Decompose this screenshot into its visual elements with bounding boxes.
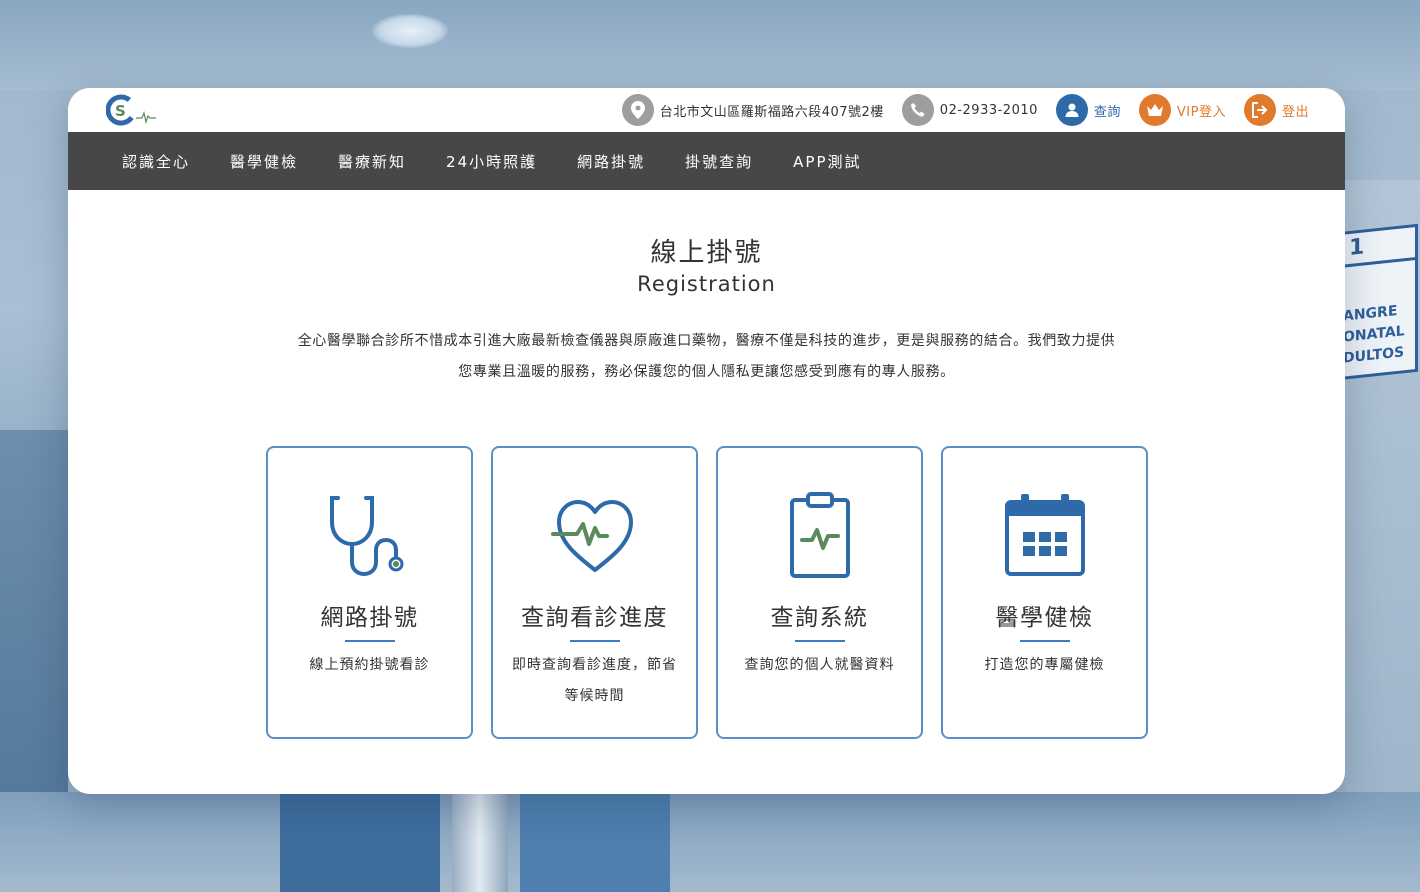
background-floor <box>0 792 1420 892</box>
top-bar: S 台北市文山區羅斯福路六段407號2樓 02-2933-2010 查詢 VIP… <box>68 88 1345 132</box>
card-online-registration[interactable]: 網路掛號 線上預約掛號看診 <box>266 446 473 739</box>
card-description: 打造您的專屬健檢 <box>984 657 1105 673</box>
nav-item-health-check[interactable]: 醫學健檢 <box>230 151 298 172</box>
logout-label: 登出 <box>1281 104 1309 120</box>
background-sign-number: 1 <box>1349 234 1365 262</box>
card-description: 查詢您的個人就醫資料 <box>744 657 895 673</box>
card-title: 查詢系統 <box>770 605 869 631</box>
nav-item-medical-news[interactable]: 醫療新知 <box>338 151 406 172</box>
query-label: 查詢 <box>1093 104 1121 120</box>
card-divider <box>569 640 620 642</box>
card-title: 查詢看診進度 <box>521 605 668 631</box>
query-link[interactable]: 查詢 <box>1055 94 1121 126</box>
phone-icon <box>901 94 934 126</box>
heart-pulse-icon <box>547 488 643 584</box>
intro-line: 您專業且溫暖的服務，務必保護您的個人隱私更讓您感受到應有的專人服務。 <box>458 364 955 380</box>
logout-icon <box>1243 94 1276 126</box>
phone-text: 02-2933-2010 <box>939 102 1038 118</box>
logout-link[interactable]: 登出 <box>1243 94 1309 126</box>
background-ceiling <box>0 0 1420 90</box>
service-cards: 網路掛號 線上預約掛號看診 查詢看診進度 即時查詢看診進度，節省等候時間 查詢系… <box>266 446 1166 739</box>
card-query-system[interactable]: 查詢系統 查詢您的個人就醫資料 <box>716 446 923 739</box>
vip-login-label: VIP登入 <box>1176 104 1226 120</box>
stethoscope-icon <box>322 488 418 584</box>
background-ceiling-light <box>372 14 448 48</box>
clipboard-pulse-icon <box>772 488 868 584</box>
card-visit-progress[interactable]: 查詢看診進度 即時查詢看診進度，節省等候時間 <box>491 446 698 739</box>
card-title: 醫學健檢 <box>995 605 1094 631</box>
background-sign-text: ANGRE ONATAL DULTOS <box>1343 300 1405 369</box>
nav-item-about[interactable]: 認識全心 <box>122 151 190 172</box>
intro-text: 全心醫學聯合診所不惜成本引進大廠最新檢查儀器與原廠進口藥物，醫療不僅是科技的進步… <box>248 326 1165 388</box>
card-description: 線上預約掛號看診 <box>309 657 430 673</box>
background-pillar <box>452 792 508 892</box>
svg-text:S: S <box>115 102 126 120</box>
card-divider <box>794 640 845 642</box>
card-health-check[interactable]: 醫學健檢 打造您的專屬健檢 <box>941 446 1148 739</box>
location-pin-icon <box>621 94 654 126</box>
crown-icon <box>1138 94 1171 126</box>
page-subtitle: Registration <box>637 272 776 296</box>
card-title: 網路掛號 <box>320 605 419 631</box>
nav-item-app-test[interactable]: APP測試 <box>793 151 861 172</box>
nav-item-24h-care[interactable]: 24小時照護 <box>446 151 537 172</box>
intro-line: 全心醫學聯合診所不惜成本引進大廠最新檢查儀器與原廠進口藥物，醫療不僅是科技的進步… <box>297 333 1116 349</box>
background-door <box>520 792 670 892</box>
address-text: 台北市文山區羅斯福路六段407號2樓 <box>659 104 884 120</box>
nav-item-online-registration[interactable]: 網路掛號 <box>577 151 645 172</box>
background-door <box>280 792 440 892</box>
main-nav: 認識全心 醫學健檢 醫療新知 24小時照護 網路掛號 掛號查詢 APP測試 <box>68 132 1345 190</box>
calendar-icon <box>997 488 1093 584</box>
phone-item: 02-2933-2010 <box>901 94 1038 126</box>
nav-item-registration-query[interactable]: 掛號查詢 <box>685 151 753 172</box>
clinic-logo[interactable]: S <box>105 94 162 126</box>
contact-bar: 台北市文山區羅斯福路六段407號2樓 02-2933-2010 查詢 VIP登入 <box>604 93 1309 127</box>
card-description: 即時查詢看診進度，節省等候時間 <box>512 657 677 704</box>
vip-login-link[interactable]: VIP登入 <box>1138 94 1226 126</box>
background-wall-sign: 1 ANGRE ONATAL DULTOS <box>1338 223 1418 381</box>
page-title: 線上掛號 <box>650 238 763 268</box>
card-divider <box>344 640 395 642</box>
address-item: 台北市文山區羅斯福路六段407號2樓 <box>621 94 884 126</box>
card-divider <box>1019 640 1070 642</box>
site-window: S 台北市文山區羅斯福路六段407號2樓 02-2933-2010 查詢 VIP… <box>68 88 1345 794</box>
user-icon <box>1055 94 1088 126</box>
